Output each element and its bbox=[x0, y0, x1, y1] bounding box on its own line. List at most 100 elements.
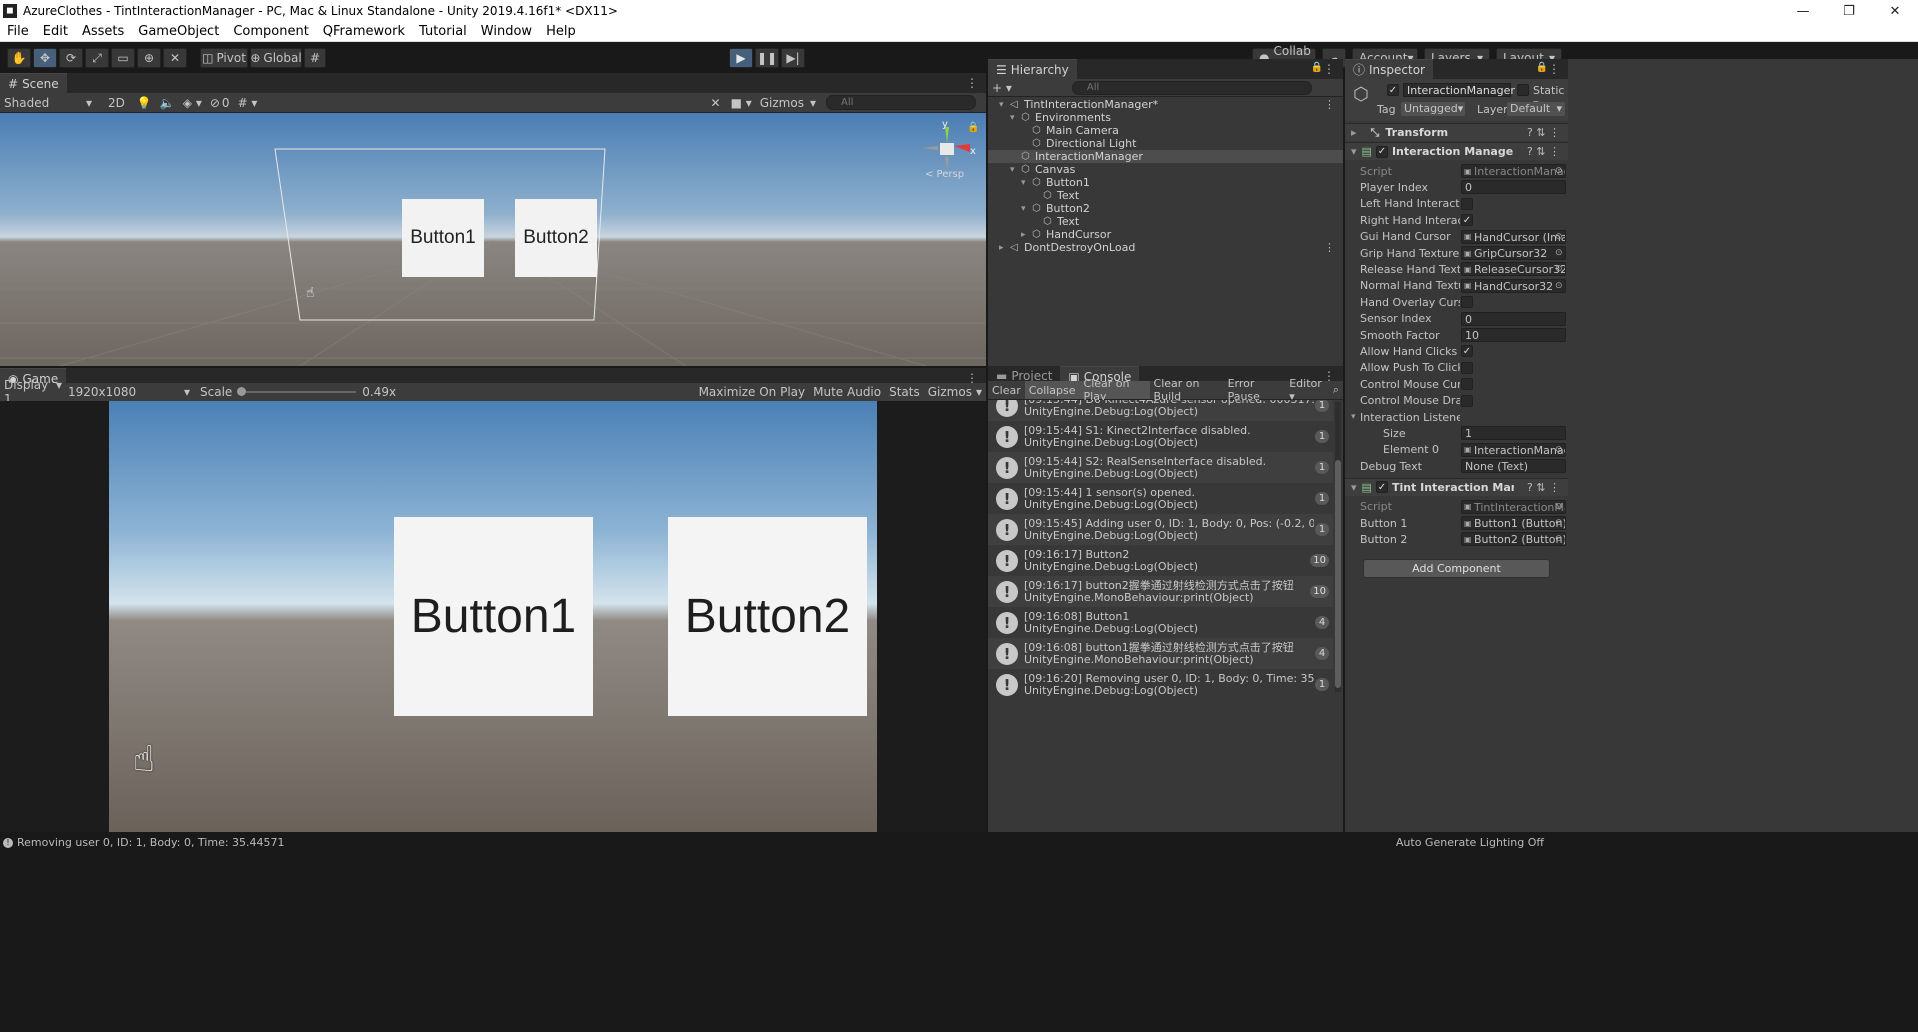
hierarchy-item[interactable]: ⬡ Text bbox=[988, 215, 1343, 228]
hierarchy-item[interactable]: ⬡ Directional Light bbox=[988, 137, 1343, 150]
console-entry[interactable]: ! [09:15:44] S2: RealSenseInterface disab… bbox=[988, 452, 1333, 483]
lock-icon[interactable]: 🔒 bbox=[1311, 62, 1323, 73]
hierarchy-item[interactable]: ▾ ⬡ Environments bbox=[988, 111, 1343, 124]
component-enabled-checkbox[interactable]: ✓ bbox=[1375, 481, 1388, 494]
close-icon[interactable]: ✕ bbox=[1872, 0, 1918, 22]
resolution-dropdown[interactable]: 1920x1080 ▾ bbox=[64, 385, 194, 399]
hierarchy-item[interactable]: ▾ ⬡ Canvas bbox=[988, 163, 1343, 176]
console-scrollbar[interactable] bbox=[1335, 402, 1341, 692]
object-picker-icon[interactable]: ⊙ bbox=[1555, 264, 1563, 274]
scene-viewport[interactable]: Button1 Button2 ☝ y x < Persp 🔒 bbox=[0, 113, 986, 366]
property-checkbox[interactable] bbox=[1461, 296, 1473, 309]
persp-label[interactable]: < Persp bbox=[925, 169, 964, 180]
transform-tool-icon[interactable]: ⊕ bbox=[137, 48, 161, 68]
object-field[interactable]: ReleaseCursor32 bbox=[1461, 262, 1566, 277]
gizmos-dropdown[interactable]: Gizmos ▾ bbox=[760, 96, 816, 110]
object-field[interactable]: Button1 (Button) bbox=[1461, 516, 1566, 530]
object-picker-icon[interactable]: ⊙ bbox=[1555, 232, 1563, 242]
hierarchy-item[interactable]: ▾ ⬡ Button2 bbox=[988, 202, 1343, 215]
menu-edit[interactable]: Edit bbox=[36, 24, 75, 39]
camera-icon[interactable]: ■ ▾ bbox=[731, 96, 752, 110]
console-clear-button[interactable]: Clear bbox=[988, 381, 1025, 399]
property-checkbox[interactable] bbox=[1461, 361, 1473, 374]
active-checkbox[interactable]: ✓ bbox=[1387, 84, 1399, 96]
hierarchy-search-input[interactable] bbox=[1071, 80, 1312, 95]
hierarchy-item[interactable]: ⬡ Main Camera bbox=[988, 124, 1343, 137]
object-field[interactable]: GripCursor32 bbox=[1461, 246, 1566, 260]
kebab-menu-icon[interactable]: ⋮ bbox=[966, 76, 978, 90]
foldout-right-icon[interactable]: ▸ bbox=[999, 243, 1004, 253]
menu-window[interactable]: Window bbox=[474, 24, 539, 39]
tab-hierarchy[interactable]: ☰ Hierarchy bbox=[988, 59, 1077, 79]
tools-icon[interactable]: ✕ bbox=[711, 96, 721, 110]
maximize-icon[interactable]: ❐ bbox=[1826, 0, 1872, 22]
object-field[interactable]: Button2 (Button) bbox=[1461, 532, 1566, 547]
rect-tool-icon[interactable]: ▭ bbox=[111, 48, 135, 68]
foldout-down-icon[interactable]: ▾ bbox=[1351, 412, 1356, 422]
component-enabled-checkbox[interactable]: ✓ bbox=[1375, 145, 1388, 158]
foldout-down-icon[interactable]: ▾ bbox=[1010, 113, 1015, 123]
foldout-down-icon[interactable]: ▾ bbox=[1021, 178, 1026, 188]
scene-button2[interactable]: Button2 bbox=[515, 199, 597, 277]
play-button[interactable]: ▶ bbox=[729, 48, 753, 68]
console-collapse-toggle[interactable]: Collapse bbox=[1024, 381, 1080, 399]
add-icon[interactable]: + ▾ bbox=[992, 81, 1012, 95]
pivot-toggle[interactable]: ◫ Pivot bbox=[200, 48, 248, 68]
menu-tutorial[interactable]: Tutorial bbox=[412, 24, 474, 39]
console-entry[interactable]: ! [09:15:45] Adding user 0, ID: 1, Body: … bbox=[988, 514, 1333, 545]
game-viewport[interactable]: Button1 Button2 ☝ bbox=[0, 401, 986, 832]
menu-gameobject[interactable]: GameObject bbox=[131, 24, 226, 39]
kebab-menu-icon[interactable]: ⋮ bbox=[1324, 98, 1335, 111]
property-field[interactable]: 0 bbox=[1461, 311, 1566, 326]
foldout-down-icon[interactable]: ▾ bbox=[1010, 165, 1015, 175]
property-checkbox[interactable]: ✓ bbox=[1461, 214, 1473, 227]
object-picker-icon[interactable]: ⊙ bbox=[1555, 502, 1563, 512]
console-clear-on-build-toggle[interactable]: Clear on Build bbox=[1150, 377, 1224, 403]
scene-button1[interactable]: Button1 bbox=[402, 199, 484, 277]
object-field[interactable]: InteractionManag bbox=[1461, 442, 1566, 457]
effects-icon[interactable]: ◈ ▾ bbox=[183, 96, 202, 110]
console-scrollbar-thumb[interactable] bbox=[1335, 460, 1341, 688]
game-gizmos-dropdown[interactable]: Gizmos ▾ bbox=[924, 385, 986, 399]
add-component-button[interactable]: Add Component bbox=[1363, 559, 1550, 578]
game-screen[interactable]: Button1 Button2 ☝ bbox=[109, 401, 877, 832]
maximize-on-play-toggle[interactable]: Maximize On Play bbox=[695, 385, 810, 399]
hierarchy-item[interactable]: ▾ ⬡ Button1 bbox=[988, 176, 1343, 189]
foldout-right-icon[interactable]: ▸ bbox=[1021, 230, 1026, 240]
game-button2[interactable]: Button2 bbox=[668, 517, 867, 716]
transform-header[interactable]: ▸ ⤡ Transform ? ⇅ ⋮ bbox=[1345, 123, 1568, 141]
menu-component[interactable]: Component bbox=[226, 24, 315, 39]
tab-inspector[interactable]: ⓘ Inspector bbox=[1345, 59, 1433, 79]
pause-button[interactable]: ❚❚ bbox=[755, 48, 779, 68]
tag-dropdown[interactable]: Untagged ▾ bbox=[1401, 102, 1465, 116]
hierarchy-item[interactable]: ⬡ InteractionManager bbox=[988, 150, 1343, 163]
menu-help[interactable]: Help bbox=[539, 24, 583, 39]
menu-assets[interactable]: Assets bbox=[75, 24, 131, 39]
console-entry[interactable]: ! [09:16:20] Removing user 0, ID: 1, Body… bbox=[988, 669, 1333, 700]
global-toggle[interactable]: ⊕ Global bbox=[250, 48, 302, 68]
scene-search-input[interactable] bbox=[826, 95, 976, 110]
kebab-menu-icon[interactable]: ⋮ bbox=[1323, 62, 1335, 76]
custom-tool-icon[interactable]: ✕ bbox=[163, 48, 187, 68]
kebab-menu-icon[interactable]: ⋮ bbox=[1324, 241, 1335, 254]
lighting-icon[interactable]: 💡 bbox=[137, 96, 152, 110]
console-error-pause-toggle[interactable]: Error Pause bbox=[1224, 377, 1286, 403]
property-checkbox[interactable] bbox=[1461, 394, 1473, 407]
foldout-down-icon[interactable]: ▾ bbox=[999, 100, 1004, 110]
console-entry[interactable]: ! [09:16:08] button1握拳通过射线检测方式点击了按钮 UnityE… bbox=[988, 638, 1333, 669]
grid-snap-icon[interactable]: # bbox=[304, 48, 326, 68]
object-field[interactable]: HandCursor32 bbox=[1461, 278, 1566, 293]
lock-icon[interactable]: 🔒 bbox=[1536, 62, 1548, 73]
console-clear-on-play-toggle[interactable]: Clear on Play bbox=[1079, 377, 1150, 403]
property-field[interactable]: 0 bbox=[1461, 180, 1566, 195]
property-checkbox[interactable] bbox=[1461, 197, 1473, 210]
game-button1[interactable]: Button1 bbox=[394, 517, 593, 716]
object-picker-icon[interactable]: ⊙ bbox=[1555, 166, 1563, 176]
component-actions-icon[interactable]: ? ⇅ ⋮ bbox=[1527, 145, 1560, 158]
hand-tool-icon[interactable]: ✋ bbox=[7, 48, 31, 68]
hierarchy-item[interactable]: ⬡ Text bbox=[988, 189, 1343, 202]
rotate-tool-icon[interactable]: ⟳ bbox=[59, 48, 83, 68]
mode-2d-toggle[interactable]: 2D bbox=[104, 96, 129, 110]
console-entry[interactable]: ! [09:15:44] S1: Kinect2Interface disable… bbox=[988, 421, 1333, 452]
minimize-icon[interactable]: — bbox=[1780, 0, 1826, 22]
